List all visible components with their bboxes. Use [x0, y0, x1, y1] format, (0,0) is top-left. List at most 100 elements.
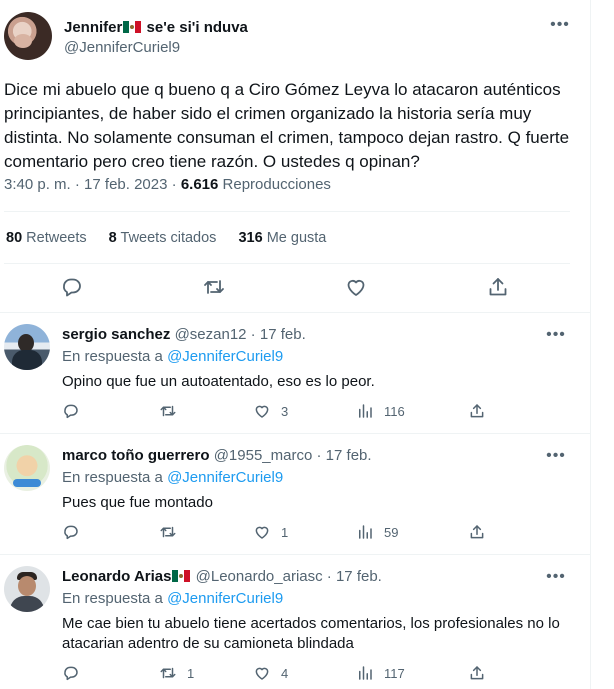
- like-button[interactable]: [344, 275, 370, 301]
- reply-author-handle[interactable]: @Leonardo_ariasc: [196, 568, 323, 585]
- share-button[interactable]: [468, 521, 486, 543]
- heart-icon: [255, 405, 269, 418]
- reply-text: Pues que fue montado: [62, 494, 213, 511]
- reply-author-name[interactable]: sergio sanchez: [62, 326, 170, 343]
- heart-icon: [347, 280, 365, 296]
- tweet-actions: [0, 275, 590, 301]
- reply-author-name[interactable]: marco toño guerrero: [62, 447, 210, 464]
- retweets-stat[interactable]: 80 Retweets: [6, 230, 87, 246]
- more-icon[interactable]: •••: [546, 569, 566, 585]
- reply-author-line: Leonardo Arias @Leonardo_ariasc · 17 feb…: [62, 568, 382, 585]
- like-count: 1: [281, 524, 289, 540]
- reply-text: Opino que fue un autoatentado, eso es lo…: [62, 373, 375, 390]
- like-count: 3: [281, 403, 289, 419]
- retweet-button[interactable]: [159, 400, 187, 422]
- like-button[interactable]: 1: [253, 521, 288, 543]
- author-handle[interactable]: @JenniferCuriel9: [64, 39, 180, 56]
- retweet-button[interactable]: [202, 275, 228, 301]
- quotes-stat[interactable]: 8 Tweets citados: [109, 230, 217, 246]
- like-count: 4: [281, 665, 289, 681]
- reply-text: Me cae bien tu abuelo tiene acertados co…: [62, 615, 560, 652]
- tweet-stats: 80 Retweets 8 Tweets citados 316 Me gust…: [6, 230, 344, 246]
- views-icon: [359, 666, 372, 680]
- reply-context: En respuesta a @JenniferCuriel9: [62, 590, 283, 607]
- more-icon[interactable]: •••: [550, 17, 570, 33]
- more-icon[interactable]: •••: [546, 448, 566, 464]
- reply-author-line: marco toño guerrero @1955_marco · 17 feb…: [62, 447, 372, 464]
- author-name-suffix[interactable]: se'e si'i nduva: [147, 19, 248, 36]
- reply-icon: [63, 278, 81, 297]
- reply-tweet[interactable]: sergio sanchez @sezan12 · 17 feb. ••• En…: [0, 324, 590, 432]
- tweet-date[interactable]: 17 feb. 2023: [84, 176, 167, 193]
- like-button[interactable]: 4: [253, 662, 288, 684]
- mexico-flag-icon: [123, 21, 142, 33]
- reply-author-name[interactable]: Leonardo Arias: [62, 568, 171, 585]
- reply-date[interactable]: 17 feb.: [336, 568, 382, 585]
- heart-icon: [255, 526, 269, 539]
- tweet-thread: Jennifer se'e si'i nduva @JenniferCuriel…: [0, 0, 591, 689]
- share-button[interactable]: [468, 400, 486, 422]
- retweet-button[interactable]: [159, 521, 187, 543]
- reply-context: En respuesta a @JenniferCuriel9: [62, 469, 283, 486]
- reply-button[interactable]: [60, 275, 86, 301]
- share-button[interactable]: [468, 662, 486, 684]
- views-count: 6.616: [180, 176, 219, 193]
- reply-context: En respuesta a @JenniferCuriel9: [62, 348, 283, 365]
- views-icon: [359, 404, 372, 418]
- tweet-text: Dice mi abuelo que q bueno q a Ciro Góme…: [4, 80, 570, 171]
- reply-button[interactable]: [62, 662, 90, 684]
- views-label: Reproducciones: [222, 176, 331, 193]
- author-name[interactable]: Jennifer se'e si'i nduva: [64, 19, 248, 36]
- reply-author-handle[interactable]: @sezan12: [175, 326, 247, 343]
- reply-to-link[interactable]: @JenniferCuriel9: [167, 469, 283, 486]
- reply-tweet[interactable]: marco toño guerrero @1955_marco · 17 feb…: [0, 445, 590, 553]
- like-button[interactable]: 3: [253, 400, 288, 422]
- divider: [0, 554, 590, 555]
- reply-to-link[interactable]: @JenniferCuriel9: [167, 348, 283, 365]
- views-button[interactable]: 116: [356, 400, 405, 422]
- author-name-text[interactable]: Jennifer: [64, 19, 122, 36]
- retweet-icon: [160, 667, 176, 679]
- share-icon: [470, 525, 484, 539]
- heart-icon: [255, 667, 269, 680]
- reply-date[interactable]: 17 feb.: [326, 447, 372, 464]
- reply-to-link[interactable]: @JenniferCuriel9: [167, 590, 283, 607]
- retweet-icon: [204, 280, 224, 294]
- retweets-label: Retweets: [26, 230, 87, 246]
- avatar[interactable]: [4, 445, 50, 491]
- likes-stat[interactable]: 316 Me gusta: [238, 230, 326, 246]
- reply-button[interactable]: [62, 400, 90, 422]
- reply-author-handle[interactable]: @1955_marco: [214, 447, 313, 464]
- tweet-time[interactable]: 3:40 p. m.: [4, 176, 71, 193]
- tweet-header: Jennifer se'e si'i nduva @JenniferCuriel…: [4, 12, 590, 64]
- retweet-count: 1: [187, 665, 195, 681]
- avatar[interactable]: [4, 566, 50, 612]
- share-icon: [489, 278, 507, 296]
- reply-icon: [64, 525, 78, 540]
- views-button[interactable]: 59: [356, 521, 398, 543]
- reply-prefix: En respuesta a: [62, 469, 163, 486]
- share-icon: [470, 404, 484, 418]
- retweet-icon: [160, 405, 176, 417]
- reply-icon: [64, 404, 78, 419]
- tweet-meta: 3:40 p. m. · 17 feb. 2023 · 6.616 Reprod…: [4, 176, 331, 193]
- views-count: 117: [384, 665, 405, 681]
- likes-count: 316: [238, 230, 263, 246]
- retweet-icon: [160, 526, 176, 538]
- share-button[interactable]: [486, 275, 512, 301]
- views-button[interactable]: 117: [356, 662, 405, 684]
- divider: [0, 312, 590, 313]
- divider: [4, 211, 570, 212]
- reply-icon: [64, 666, 78, 681]
- avatar[interactable]: [4, 324, 50, 370]
- quotes-count: 8: [108, 230, 117, 246]
- views-icon: [359, 525, 372, 539]
- reply-date[interactable]: 17 feb.: [260, 326, 306, 343]
- avatar[interactable]: [4, 12, 52, 60]
- retweet-button[interactable]: 1: [159, 662, 194, 684]
- reply-prefix: En respuesta a: [62, 590, 163, 607]
- more-icon[interactable]: •••: [546, 327, 566, 343]
- reply-tweet[interactable]: Leonardo Arias @Leonardo_ariasc · 17 feb…: [0, 566, 590, 689]
- reply-button[interactable]: [62, 521, 90, 543]
- views-count: 116: [384, 403, 405, 419]
